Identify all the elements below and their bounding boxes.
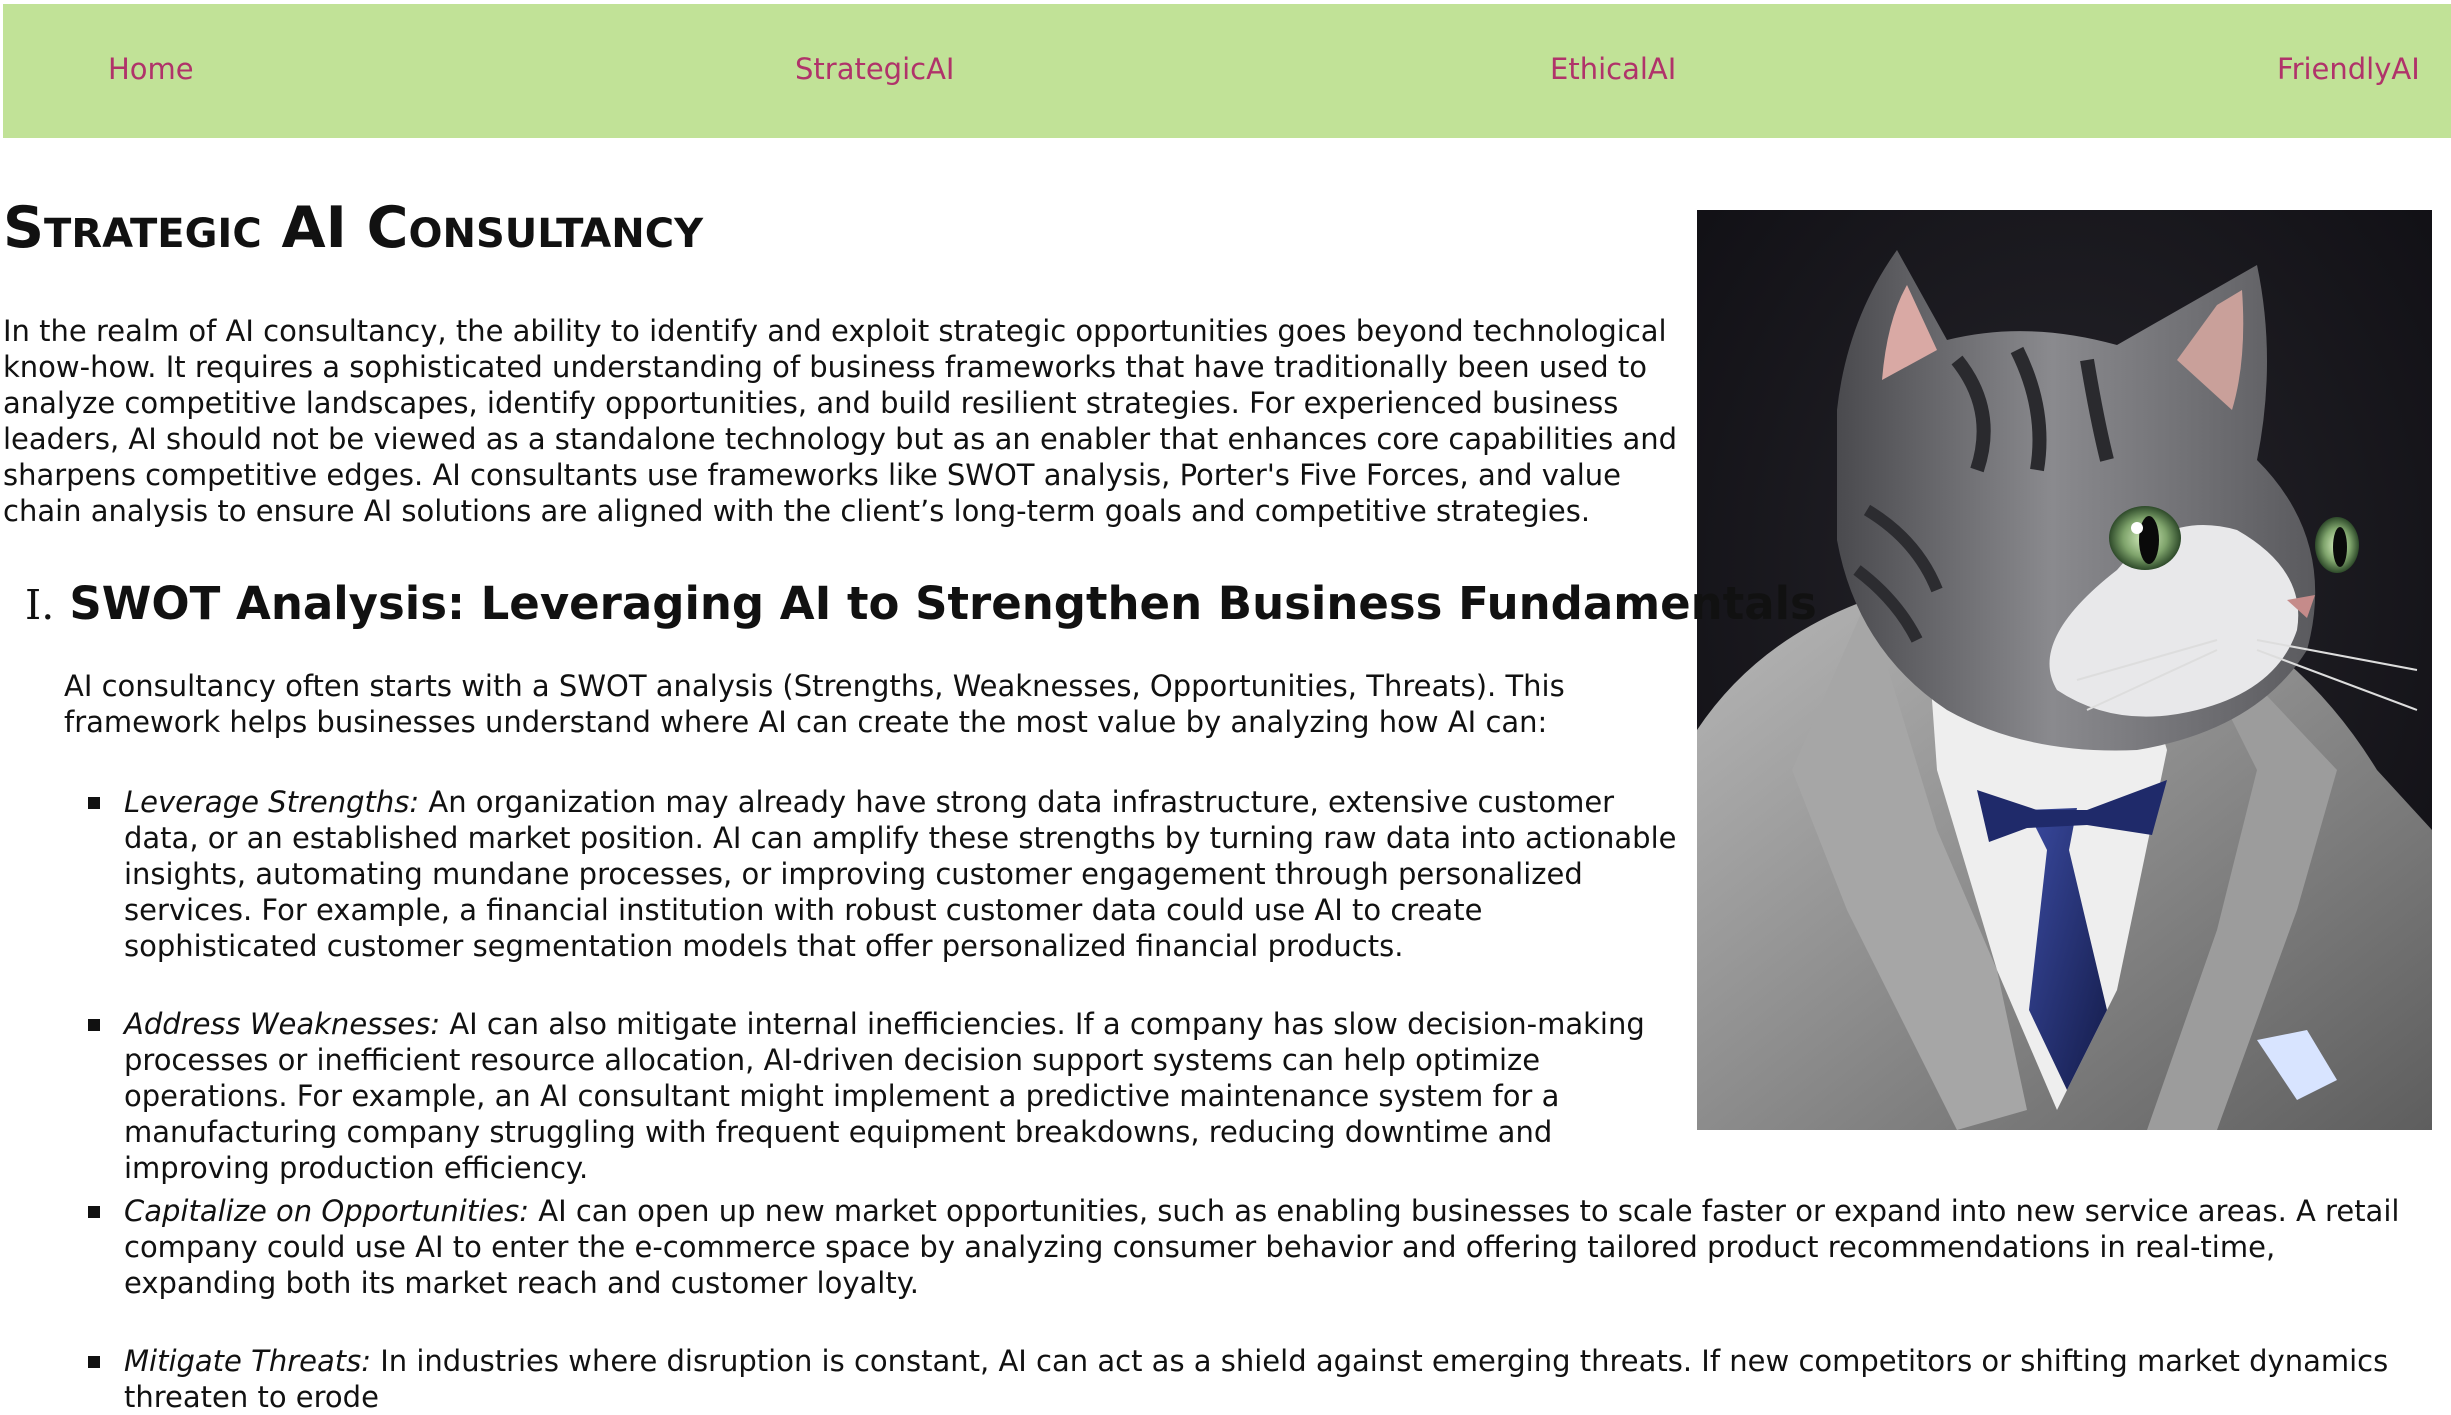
nav-link-strategicai[interactable]: StrategicAI xyxy=(795,52,955,87)
square-bullet-icon xyxy=(88,1356,100,1368)
list-item-text: Capitalize on Opportunities: AI can open… xyxy=(124,1193,2424,1301)
cat-in-suit-illustration xyxy=(1697,210,2432,1130)
square-bullet-icon xyxy=(88,797,100,809)
top-navbar: Home StrategicAI EthicalAI FriendlyAI xyxy=(3,4,2451,138)
list-item-text: Address Weaknesses: AI can also mitigate… xyxy=(124,1006,1684,1186)
section-title: SWOT Analysis: Leveraging AI to Strength… xyxy=(69,577,1817,630)
list-item-lead: Address Weaknesses: xyxy=(124,1007,441,1041)
page-title: Strategic AI Consultancy xyxy=(3,195,704,261)
list-item-body: In industries where disruption is consta… xyxy=(124,1344,2389,1414)
list-item-text: Leverage Strengths: An organization may … xyxy=(124,784,1684,964)
list-item-capitalize-opportunities: Capitalize on Opportunities: AI can open… xyxy=(88,1193,2424,1301)
section-intro-paragraph: AI consultancy often starts with a SWOT … xyxy=(64,669,1565,739)
list-item-address-weaknesses: Address Weaknesses: AI can also mitigate… xyxy=(88,1006,1684,1186)
list-item-lead: Mitigate Threats: xyxy=(124,1344,371,1378)
section-heading: I. SWOT Analysis: Leveraging AI to Stren… xyxy=(25,574,1817,634)
list-item-text: Mitigate Threats: In industries where di… xyxy=(124,1343,2424,1415)
list-item-lead: Capitalize on Opportunities: xyxy=(124,1194,530,1228)
nav-link-home[interactable]: Home xyxy=(108,52,194,87)
list-item-mitigate-threats: Mitigate Threats: In industries where di… xyxy=(88,1343,2424,1415)
cat-in-suit-image xyxy=(1697,210,2432,1130)
nav-link-friendlyai[interactable]: FriendlyAI xyxy=(2277,52,2420,87)
intro-paragraph: In the realm of AI consultancy, the abil… xyxy=(3,314,1678,528)
list-item-lead: Leverage Strengths: xyxy=(124,785,420,819)
section-number: I. xyxy=(25,581,55,629)
list-item-leverage-strengths: Leverage Strengths: An organization may … xyxy=(88,784,1684,964)
nav-link-ethicalai[interactable]: EthicalAI xyxy=(1550,52,1676,87)
square-bullet-icon xyxy=(88,1019,100,1031)
square-bullet-icon xyxy=(88,1206,100,1218)
